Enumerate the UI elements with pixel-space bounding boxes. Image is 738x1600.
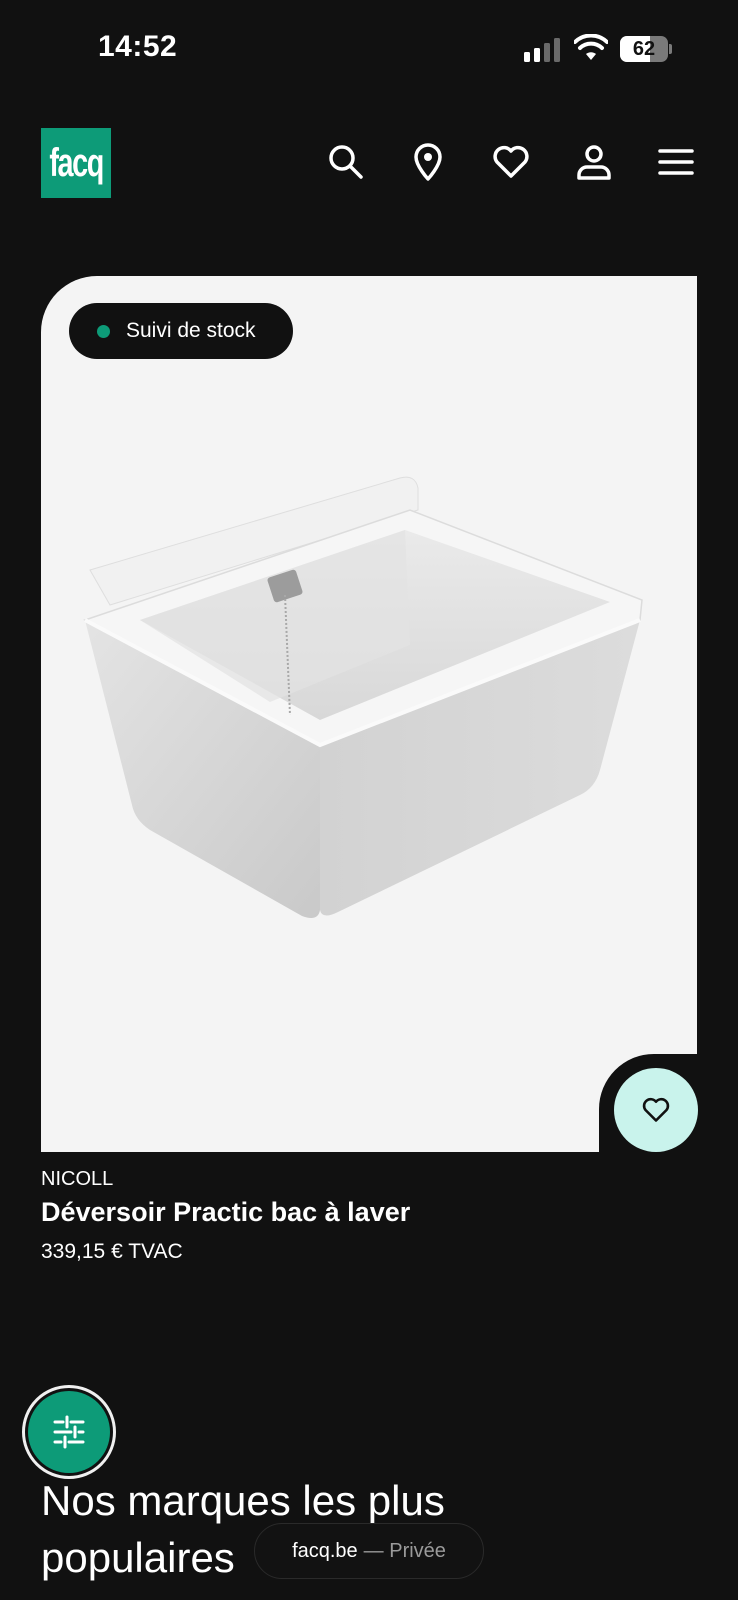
stock-badge-label: Suivi de stock — [126, 319, 256, 342]
battery-indicator: 62 — [620, 36, 672, 62]
product-image[interactable] — [80, 470, 660, 950]
product-price: 339,15 € TVAC — [41, 1240, 183, 1263]
add-to-favorites-button[interactable] — [614, 1068, 698, 1152]
stock-status-dot — [97, 324, 110, 338]
location-pin-icon[interactable] — [408, 142, 448, 182]
browser-address-bar[interactable]: facq.be — Privée — [254, 1523, 484, 1579]
battery-level: 62 — [632, 38, 656, 60]
product-brand: NICOLL — [41, 1168, 114, 1190]
search-icon[interactable] — [326, 142, 366, 182]
filter-button[interactable] — [22, 1385, 116, 1479]
menu-icon[interactable] — [656, 142, 696, 182]
status-time: 14:52 — [98, 30, 178, 63]
user-icon[interactable] — [574, 142, 614, 182]
url-domain: facq.be — [292, 1539, 358, 1562]
facq-logo[interactable]: facq — [41, 128, 111, 198]
private-mode-label: — Privée — [363, 1539, 446, 1562]
heart-icon — [642, 1097, 670, 1122]
product-title[interactable]: Déversoir Practic bac à laver — [41, 1197, 410, 1228]
heart-icon[interactable] — [491, 142, 531, 182]
wifi-icon — [574, 34, 608, 60]
sliders-icon — [53, 1415, 85, 1449]
cellular-signal-icon — [524, 38, 560, 62]
stock-tracking-badge: Suivi de stock — [69, 303, 293, 359]
